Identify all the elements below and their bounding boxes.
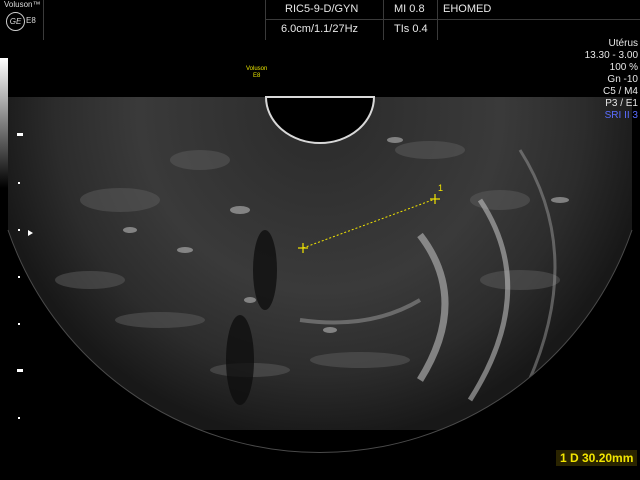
power-value: 100 % [609,62,638,73]
header-divider [437,0,438,40]
depth-tick [18,276,20,278]
depth-tick [18,417,20,419]
ge-logo-icon: GE [6,12,25,31]
model-label: E8 [26,16,36,25]
depth-focus-marker [17,369,23,372]
header-bar: Voluson™ GE E8 RIC5-9-D/GYN 6.0cm/1.1/27… [0,0,640,40]
depth-frequency-label: 6.0cm/1.1/27Hz [281,23,359,35]
measurement-result: 1 D 30.20mm [556,450,638,466]
probe-mark-model: E8 [253,73,261,79]
header-divider [43,0,44,40]
header-divider [383,0,384,40]
sri-value: SRI II 3 [604,110,638,121]
probe-orientation-mark: Voluson E8 [246,66,267,80]
range-value: 13.30 - 3.00 [584,50,638,61]
mi-value: MI 0.8 [394,3,425,15]
imaging-parameters: Utérus 13.30 - 3.00 100 % Gn -10 C5 / M4… [585,38,638,122]
gain-value: Gn -10 [607,74,638,85]
p-e-value: P3 / E1 [605,98,638,109]
organ-label: Utérus [608,38,638,49]
grayscale-bar [0,58,8,188]
brand-label: Voluson™ [4,0,41,9]
depth-tick [18,229,20,231]
probe-mark-brand: Voluson [246,66,268,72]
ultrasound-image: 1 [7,96,633,453]
institution-label: EHOMED [443,3,492,15]
c-m-value: C5 / M4 [602,86,638,97]
focus-arrow-icon [28,230,33,236]
probe-label: RIC5-9-D/GYN [285,3,359,15]
tis-value: TIs 0.4 [394,23,428,35]
header-divider [265,0,266,40]
depth-tick [18,182,20,184]
header-divider [265,19,640,20]
caliper-index-label: 1 [438,183,443,193]
depth-tick [18,323,20,325]
depth-focus-marker [17,133,23,136]
